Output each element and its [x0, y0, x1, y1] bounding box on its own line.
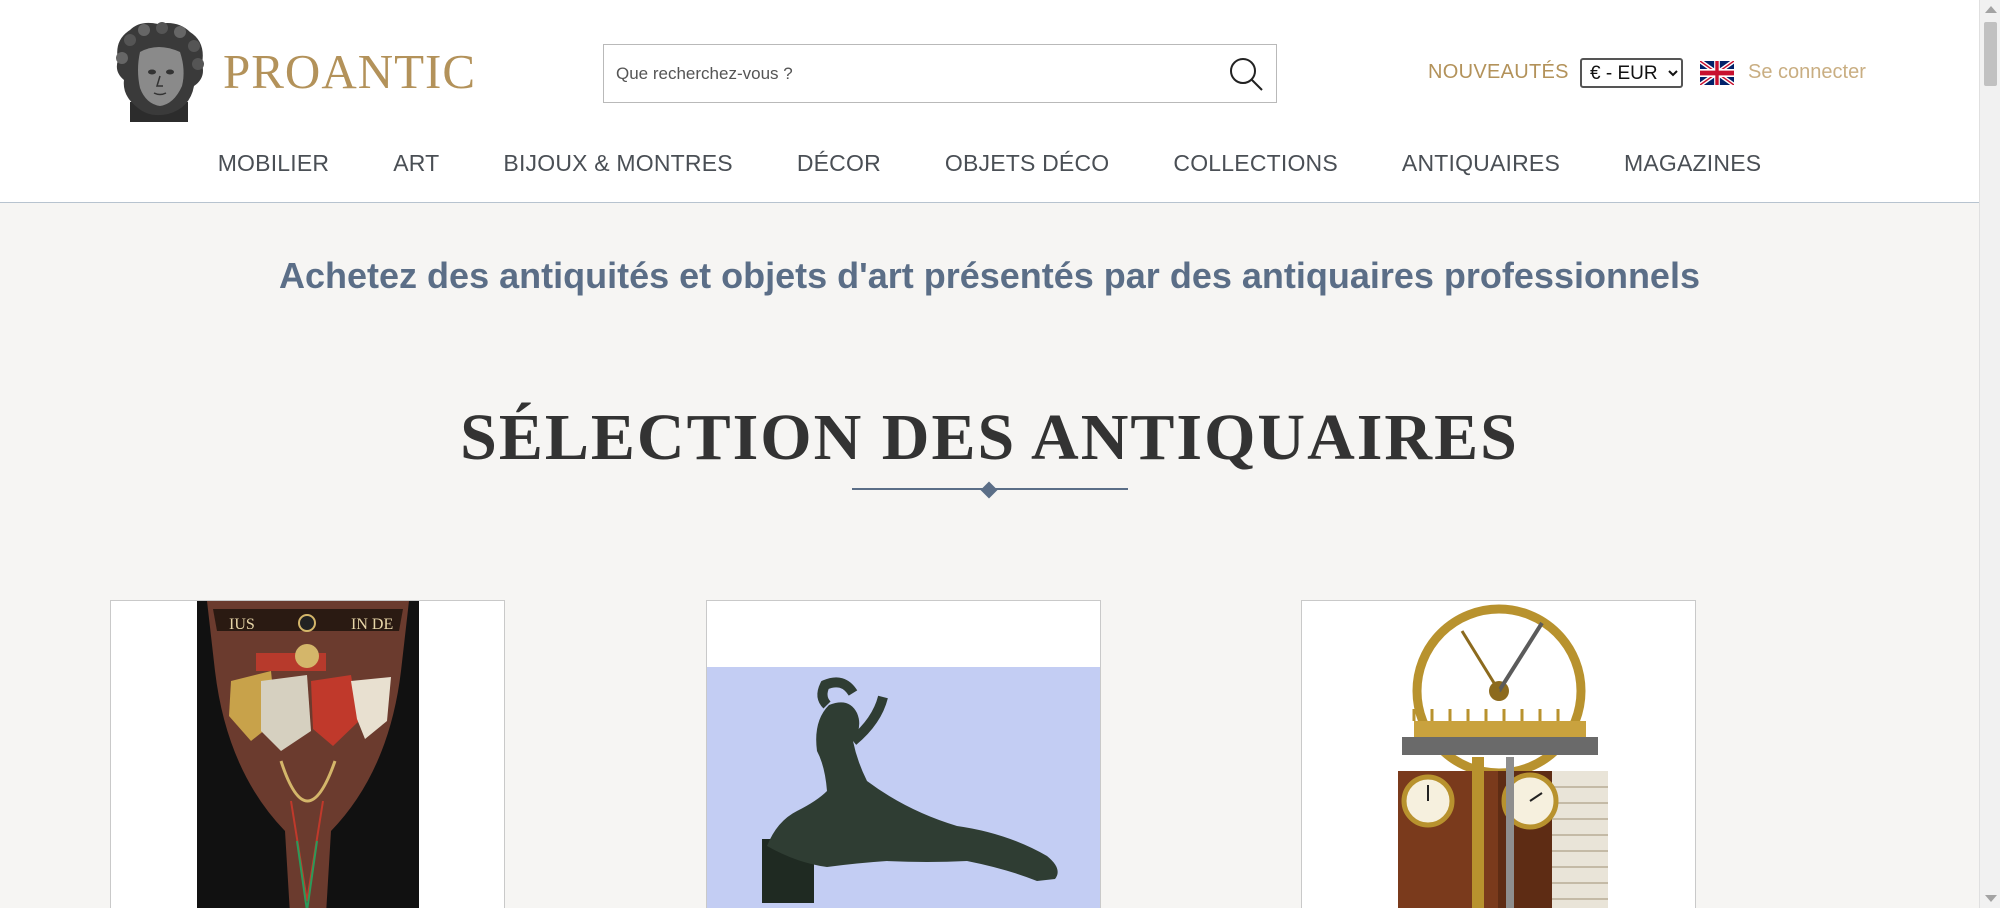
scroll-down-arrow-icon[interactable] — [1985, 895, 1997, 902]
product-image-goblet: IUS IN DE — [197, 601, 419, 908]
login-link[interactable]: Se connecter — [1748, 61, 1866, 84]
tagline: Achetez des antiquités et objets d'art p… — [279, 255, 1700, 296]
uk-flag-icon[interactable] — [1700, 61, 1734, 85]
site-header: PROANTIC NOUVEAUTÉS € - EUR Se connecter… — [0, 0, 1979, 203]
nav-item-decor[interactable]: DÉCOR — [765, 150, 913, 177]
section-title: SÉLECTION DES ANTIQUAIRES — [460, 401, 1519, 474]
nav-item-mobilier[interactable]: MOBILIER — [186, 150, 362, 177]
scroll-up-arrow-icon[interactable] — [1985, 6, 1997, 13]
scrollbar-thumb[interactable] — [1984, 22, 1997, 86]
nav-item-objets-deco[interactable]: OBJETS DÉCO — [913, 150, 1142, 177]
search-bar — [603, 44, 1277, 103]
nav-item-antiquaires[interactable]: ANTIQUAIRES — [1370, 150, 1592, 177]
product-card[interactable] — [706, 600, 1101, 908]
product-image-sculpture — [707, 601, 1100, 908]
product-image-steam-clock — [1302, 601, 1695, 908]
search-input[interactable] — [616, 45, 1206, 102]
currency-select[interactable]: € - EUR — [1580, 58, 1683, 88]
bust-logo-icon — [116, 22, 204, 122]
logo-link[interactable]: PROANTIC — [110, 20, 476, 122]
svg-text:IUS: IUS — [229, 616, 255, 633]
title-diamond-ornament — [980, 481, 998, 499]
product-card[interactable]: IUS IN DE — [110, 600, 505, 908]
brand-name: PROANTIC — [223, 43, 477, 99]
product-card[interactable] — [1301, 600, 1696, 908]
vertical-scrollbar[interactable] — [1979, 0, 2000, 908]
main-nav: MOBILIER ART BIJOUX & MONTRES DÉCOR OBJE… — [0, 150, 1979, 177]
search-icon[interactable] — [1226, 54, 1266, 94]
svg-text:IN DE: IN DE — [351, 616, 393, 633]
nav-item-collections[interactable]: COLLECTIONS — [1141, 150, 1370, 177]
nav-item-bijoux-montres[interactable]: BIJOUX & MONTRES — [471, 150, 764, 177]
nouveautes-link[interactable]: NOUVEAUTÉS — [1428, 61, 1569, 84]
nav-item-art[interactable]: ART — [361, 150, 471, 177]
nav-item-magazines[interactable]: MAGAZINES — [1592, 150, 1793, 177]
